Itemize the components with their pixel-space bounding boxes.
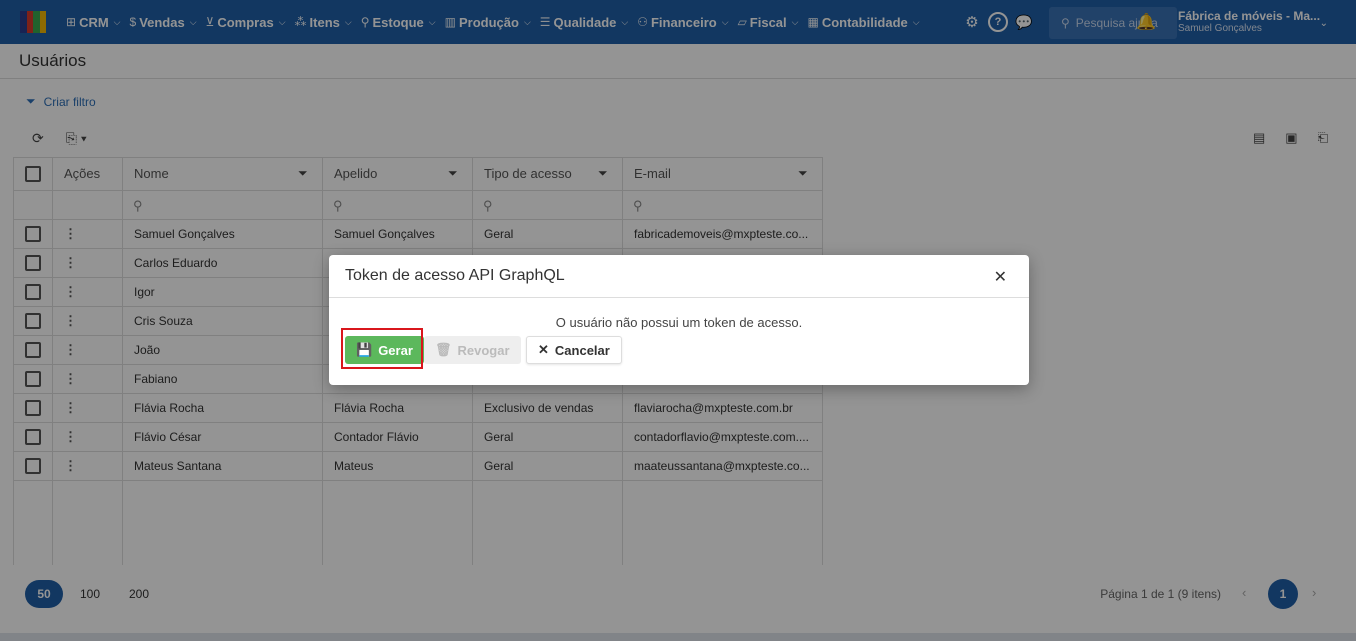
revoke-button[interactable]: 🗑 Revogar (424, 336, 521, 364)
close-icon: ✕ (538, 342, 549, 357)
highlight-box (341, 328, 423, 369)
modal-title: Token de acesso API GraphQL (345, 267, 565, 284)
cancel-button[interactable]: ✕ Cancelar (526, 336, 622, 364)
modal-message: O usuário não possui um token de acesso. (555, 315, 803, 330)
modal-divider (329, 297, 1029, 298)
trash-icon: 🗑 (435, 342, 452, 357)
token-modal: Token de acesso API GraphQL ✕ O usuário … (329, 255, 1029, 385)
close-icon[interactable]: ✕ (994, 267, 1007, 287)
revoke-button-label: Revogar (457, 342, 510, 358)
cancel-button-label: Cancelar (554, 342, 610, 358)
